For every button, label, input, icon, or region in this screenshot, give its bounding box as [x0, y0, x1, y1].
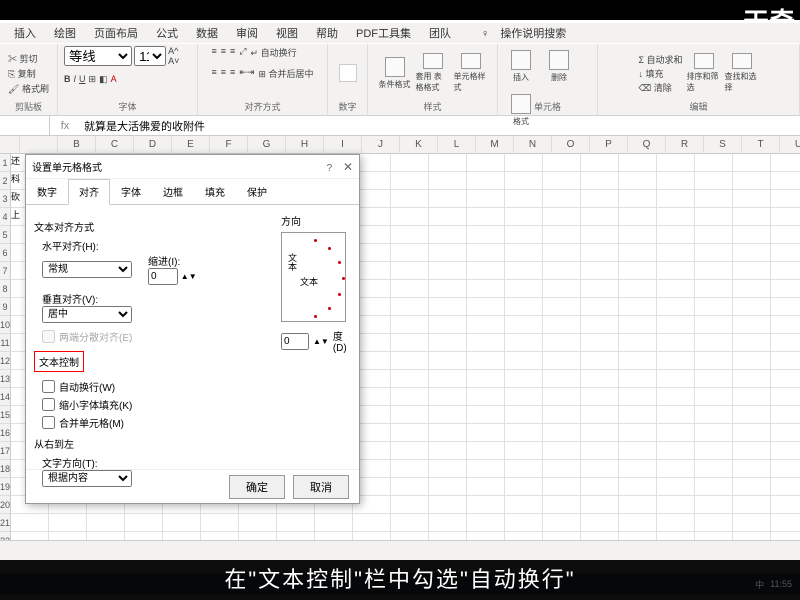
tab-fill[interactable]: 填充	[194, 179, 236, 204]
menu-help[interactable]: 帮助	[312, 23, 342, 43]
align-top-button[interactable]: ≡	[212, 46, 217, 59]
tell-me[interactable]: 操作说明搜索	[496, 26, 570, 42]
merge-center-button[interactable]: ⊞ 合并后居中	[258, 67, 313, 80]
text-control-section: 文本控制	[34, 351, 84, 372]
h-align-label: 水平对齐(H):	[42, 238, 271, 253]
excel-window: 插入 绘图 页面布局 公式 数据 审阅 视图 帮助 PDF工具集 团队 ♀ 操作…	[0, 20, 800, 560]
h-align-select[interactable]: 常规	[42, 261, 132, 278]
menu-draw[interactable]: 绘图	[50, 23, 80, 43]
fx-icon[interactable]: fx	[50, 120, 80, 132]
insert-cells-button[interactable]: 插入	[504, 46, 538, 86]
align-left-button[interactable]: ≡	[212, 67, 217, 80]
cell-style-button[interactable]: 单元格样式	[454, 53, 488, 93]
dialog-help-button[interactable]: ?	[327, 163, 333, 174]
rtl-section: 从右到左	[34, 436, 271, 451]
orientation-vertical-text: 文本	[286, 253, 299, 271]
menu-formula[interactable]: 公式	[152, 23, 182, 43]
italic-button[interactable]: I	[74, 74, 77, 85]
ok-button[interactable]: 确定	[229, 475, 285, 499]
justify-distributed-checkbox	[42, 330, 55, 343]
align-mid-button[interactable]: ≡	[221, 46, 226, 59]
table-format-button[interactable]: 套用 表格格式	[416, 53, 450, 93]
merge-cells-label: 合并单元格(M)	[59, 415, 124, 430]
conditional-format-button[interactable]: 条件格式	[378, 53, 412, 93]
menu-layout[interactable]: 页面布局	[90, 23, 142, 43]
clear-button[interactable]: ⌫ 清除	[638, 81, 682, 94]
wrap-text-button[interactable]: ↵ 自动换行	[251, 46, 297, 59]
orientation-section: 方向	[281, 213, 351, 228]
menu-pdf[interactable]: PDF工具集	[352, 23, 415, 43]
menu-review[interactable]: 审阅	[232, 23, 262, 43]
orientation-control[interactable]: 文本 文本	[281, 232, 346, 322]
align-group-label: 对齐方式	[244, 100, 280, 113]
find-select-button[interactable]: 查找和选择	[725, 53, 759, 93]
font-group-label: 字体	[118, 100, 136, 113]
indent-input[interactable]	[148, 268, 178, 285]
underline-button[interactable]: U	[79, 74, 86, 85]
menu-team[interactable]: 团队	[425, 23, 455, 43]
menu-bar: 插入 绘图 页面布局 公式 数据 审阅 视图 帮助 PDF工具集 团队 ♀ 操作…	[0, 23, 800, 43]
bold-button[interactable]: B	[64, 74, 71, 85]
shrink-fit-checkbox[interactable]	[42, 398, 55, 411]
number-format-button[interactable]	[339, 64, 357, 82]
fill-button[interactable]: ↓ 填充	[638, 67, 682, 80]
cells-group-label: 单元格	[534, 100, 561, 113]
v-align-label: 垂直对齐(V):	[42, 291, 271, 306]
v-align-select[interactable]: 居中	[42, 306, 132, 323]
merge-cells-checkbox[interactable]	[42, 416, 55, 429]
font-color-button[interactable]: A	[111, 74, 117, 85]
text-alignment-section: 文本对齐方式	[34, 219, 271, 234]
font-size-select[interactable]: 11	[134, 46, 166, 66]
cut-button[interactable]: ✂ 剪切	[8, 52, 38, 65]
sort-filter-button[interactable]: 排序和筛选	[687, 53, 721, 93]
tab-alignment[interactable]: 对齐	[68, 179, 110, 205]
ribbon: ✂ 剪切 ⎘ 复制 🖌 格式刷 剪贴板 等线 11 A^ A˅ B I U ⊞ …	[0, 44, 800, 116]
row-headers: 12345678910111213141516171819202122	[0, 154, 11, 540]
format-cells-dialog: 设置单元格格式 ? ✕ 数字 对齐 字体 边框 填充 保护 文本对齐方式 水平对…	[25, 154, 360, 504]
align-bot-button[interactable]: ≡	[230, 46, 235, 59]
cancel-button[interactable]: 取消	[293, 475, 349, 499]
column-headers: BCDEFGHIJKLMNOPQRSTUVW	[0, 136, 800, 154]
autosum-button[interactable]: Σ 自动求和	[638, 53, 682, 66]
formula-bar: fx 就算是大活佛爱的收附件	[0, 116, 800, 136]
video-subtitle: 在"文本控制"栏中勾选"自动换行"	[0, 560, 800, 600]
styles-group-label: 样式	[423, 100, 441, 113]
fill-color-button[interactable]: ◧	[99, 74, 108, 85]
align-center-button[interactable]: ≡	[221, 67, 226, 80]
tab-border[interactable]: 边框	[152, 179, 194, 204]
formula-input[interactable]: 就算是大活佛爱的收附件	[80, 118, 800, 134]
indent-label: 缩进(I):	[148, 253, 197, 268]
status-bar	[0, 540, 800, 560]
menu-data[interactable]: 数据	[192, 23, 222, 43]
justify-distributed-label: 两端分散对齐(E)	[59, 329, 132, 344]
wrap-text-checkbox[interactable]	[42, 380, 55, 393]
editing-group-label: 编辑	[689, 100, 707, 113]
clipboard-group-label: 剪贴板	[15, 100, 42, 113]
delete-cells-button[interactable]: 删除	[542, 46, 576, 86]
dialog-close-button[interactable]: ✕	[343, 160, 353, 174]
font-name-select[interactable]: 等线	[64, 46, 132, 66]
align-right-button[interactable]: ≡	[230, 67, 235, 80]
degree-label: 度(D)	[333, 328, 351, 354]
copy-button[interactable]: ⎘ 复制	[8, 67, 36, 80]
degree-input[interactable]	[281, 333, 309, 350]
orientation-horizontal-text: 文本	[300, 275, 318, 288]
menu-insert[interactable]: 插入	[10, 23, 40, 43]
border-button[interactable]: ⊞	[89, 74, 97, 85]
shrink-fit-label: 缩小字体填充(K)	[59, 397, 132, 412]
number-group-label: 数字	[338, 100, 356, 113]
text-direction-label: 文字方向(T):	[42, 455, 271, 470]
tab-font[interactable]: 字体	[110, 179, 152, 204]
wrap-text-label: 自动换行(W)	[59, 379, 115, 394]
tab-number[interactable]: 数字	[26, 179, 68, 204]
painter-button[interactable]: 🖌 格式刷	[8, 82, 49, 95]
menu-view[interactable]: 视图	[272, 23, 302, 43]
tab-protection[interactable]: 保护	[236, 179, 278, 204]
dialog-title: 设置单元格格式	[32, 159, 102, 174]
name-box[interactable]	[0, 116, 50, 135]
